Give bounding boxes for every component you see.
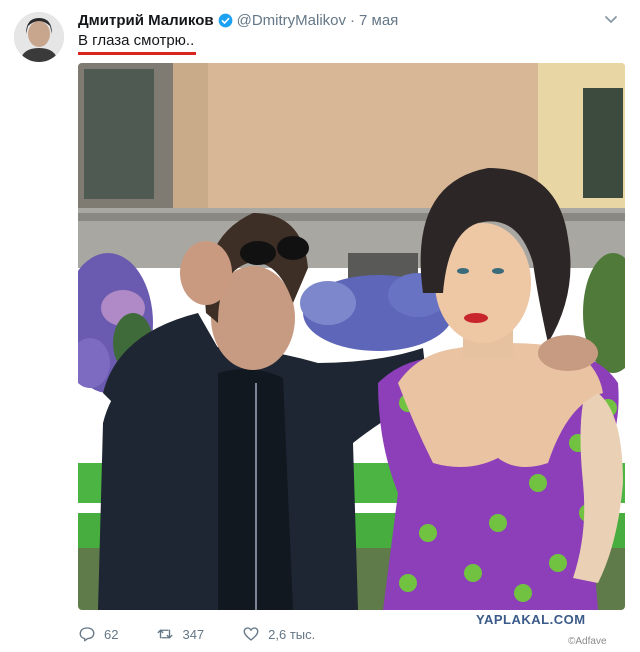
like-button[interactable]: 2,6 тыс.: [242, 625, 315, 643]
like-count: 2,6 тыс.: [268, 626, 316, 642]
reply-count: 62: [104, 626, 119, 642]
heart-icon: [243, 627, 259, 641]
avatar-portrait: [14, 12, 64, 62]
author-handle[interactable]: @DmitryMalikov: [237, 12, 346, 29]
chevron-down-icon[interactable]: [603, 11, 619, 27]
retweet-icon: [158, 629, 173, 639]
tweet-timestamp[interactable]: 7 мая: [359, 12, 398, 29]
retweet-button[interactable]: 347: [156, 625, 204, 643]
site-watermark: YAPLAKAL.COM: [476, 612, 586, 627]
adfave-watermark: ©Adfave: [568, 636, 607, 647]
photo-image: [78, 63, 625, 610]
tweet-photo[interactable]: [78, 63, 625, 610]
red-underline-annotation: [78, 52, 196, 55]
author-avatar[interactable]: [14, 12, 64, 62]
reply-button[interactable]: 62: [78, 625, 118, 643]
tweet-actions: 62 347 2,6 тыс.: [78, 624, 353, 644]
author-name[interactable]: Дмитрий Маликов: [78, 12, 214, 29]
verified-badge-icon: [218, 13, 232, 27]
tweet-text: В глаза смотрю..: [78, 32, 195, 49]
tweet-header: Дмитрий Маликов @DmitryMalikov · 7 мая: [78, 10, 398, 30]
reply-icon: [79, 627, 95, 642]
tweet-card: Дмитрий Маликов @DmitryMalikov · 7 мая В…: [0, 0, 640, 652]
retweet-count: 347: [182, 626, 205, 642]
separator-dot: ·: [350, 11, 355, 29]
